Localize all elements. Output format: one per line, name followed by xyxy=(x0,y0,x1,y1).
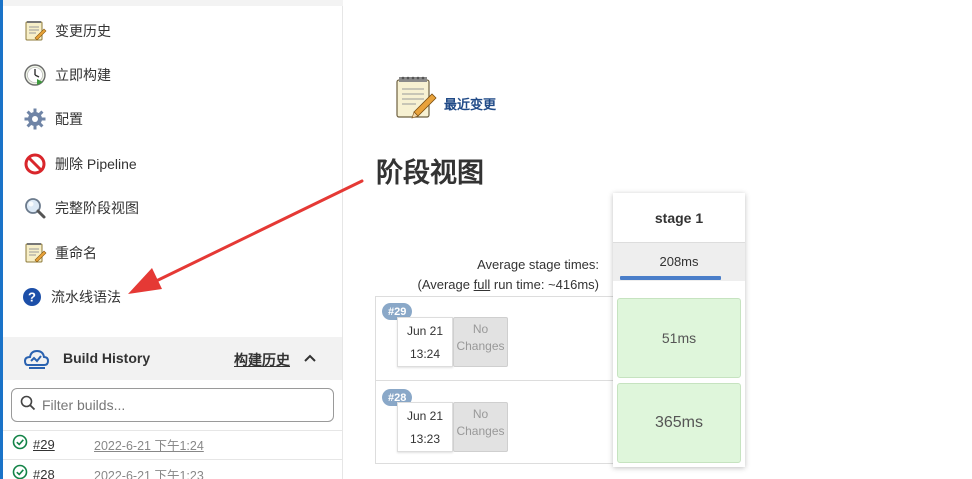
task-change-history[interactable]: 变更历史 xyxy=(22,15,111,47)
average-stage-times-label: Average stage times: (Average full run t… xyxy=(376,255,599,295)
run-date-box: Jun 21 13:24 xyxy=(397,317,453,367)
run-changes-box[interactable]: No Changes xyxy=(453,317,508,367)
stage-duration: 365ms xyxy=(654,414,704,431)
stage-average: 208ms xyxy=(613,243,745,281)
clock-build-icon xyxy=(22,62,48,88)
task-build-now[interactable]: 立即构建 xyxy=(22,59,111,91)
avg-prefix: (Average xyxy=(417,277,474,292)
stage-table-border xyxy=(375,463,615,464)
run-time: 13:23 xyxy=(409,432,441,446)
build-date-link[interactable]: 2022-6-21 下午1:24 xyxy=(94,435,204,454)
task-label: 立即构建 xyxy=(55,67,111,83)
changes-text: No xyxy=(472,322,489,336)
changes-text: No xyxy=(472,407,489,421)
success-check-icon xyxy=(12,434,28,455)
task-configure[interactable]: 配置 xyxy=(22,103,83,135)
chevron-up-icon[interactable] xyxy=(302,350,318,366)
stage-duration: 51ms xyxy=(661,330,697,346)
build-number-link[interactable]: #28 xyxy=(33,467,88,479)
stage-row-separator xyxy=(375,296,615,297)
no-entry-icon xyxy=(22,151,48,177)
filter-builds-input[interactable] xyxy=(42,397,312,413)
run-date: Jun 21 xyxy=(406,324,444,338)
build-history-title: Build History xyxy=(63,350,151,366)
task-full-stage-view[interactable]: 完整阶段视图 xyxy=(22,192,139,224)
task-label: 删除 Pipeline xyxy=(55,156,137,172)
build-row-separator xyxy=(3,459,342,460)
build-date-link[interactable]: 2022-6-21 下午1:23 xyxy=(94,465,204,479)
task-label: 重命名 xyxy=(55,245,97,261)
average-full-run-time: (Average full run time: ~416ms) xyxy=(376,275,599,295)
stage-average-value: 208ms xyxy=(659,254,699,269)
stage-row-separator xyxy=(375,380,615,381)
filter-builds-field[interactable] xyxy=(11,388,334,422)
search-icon xyxy=(20,395,36,416)
success-check-icon xyxy=(12,464,28,479)
build-row[interactable]: #29 2022-6-21 下午1:24 xyxy=(12,433,204,455)
recent-changes[interactable]: 最近变更 xyxy=(394,74,496,125)
run-changes-box[interactable]: No Changes xyxy=(453,402,508,452)
build-row[interactable]: #28 2022-6-21 下午1:23 xyxy=(12,463,204,479)
average-stage-times-text: Average stage times: xyxy=(477,257,599,272)
notepad-icon xyxy=(394,74,438,125)
stage-cell-success[interactable]: 365ms xyxy=(617,383,741,463)
task-label: 配置 xyxy=(55,111,83,127)
changes-text: Changes xyxy=(456,339,505,353)
stage-cell-success[interactable]: 51ms xyxy=(617,298,741,378)
task-label: 变更历史 xyxy=(55,23,111,39)
notepad-icon xyxy=(22,240,48,266)
build-number-link[interactable]: #29 xyxy=(33,437,88,452)
recent-changes-link[interactable]: 最近变更 xyxy=(444,94,496,113)
build-row-separator xyxy=(3,430,342,431)
run-time: 13:24 xyxy=(409,347,441,361)
task-label: 完整阶段视图 xyxy=(55,200,139,216)
changes-text: Changes xyxy=(456,424,505,438)
run-date-box: Jun 21 13:23 xyxy=(397,402,453,452)
gear-icon xyxy=(22,106,48,132)
sidebar-accent-bar xyxy=(0,0,3,479)
sidebar-top-separator xyxy=(3,0,343,6)
notepad-icon xyxy=(22,18,48,44)
build-history-icon xyxy=(23,346,50,372)
sidebar: 变更历史 立即构建 配置 删除 Pipeline 完整阶段视图 重命名 ? 流水… xyxy=(0,0,343,479)
task-label: 流水线语法 xyxy=(51,289,121,305)
build-history-trend-link[interactable]: 构建历史 xyxy=(234,350,290,370)
stage-header: stage 1 xyxy=(613,193,745,243)
help-icon: ? xyxy=(21,284,43,310)
task-delete-pipeline[interactable]: 删除 Pipeline xyxy=(22,148,137,180)
build-history-header: Build History 构建历史 xyxy=(3,337,342,380)
svg-text:?: ? xyxy=(28,290,36,305)
stage-average-bar xyxy=(620,276,721,280)
magnifier-icon xyxy=(22,195,48,221)
avg-suffix: run time: ~416ms) xyxy=(490,277,599,292)
stage-column: stage 1 208ms 51ms 365ms xyxy=(613,193,745,467)
task-rename[interactable]: 重命名 xyxy=(22,237,97,269)
task-pipeline-syntax[interactable]: ? 流水线语法 xyxy=(21,281,121,313)
run-date: Jun 21 xyxy=(406,409,444,423)
stage-view-title: 阶段视图 xyxy=(376,158,484,189)
full-run-link[interactable]: full xyxy=(474,277,491,292)
